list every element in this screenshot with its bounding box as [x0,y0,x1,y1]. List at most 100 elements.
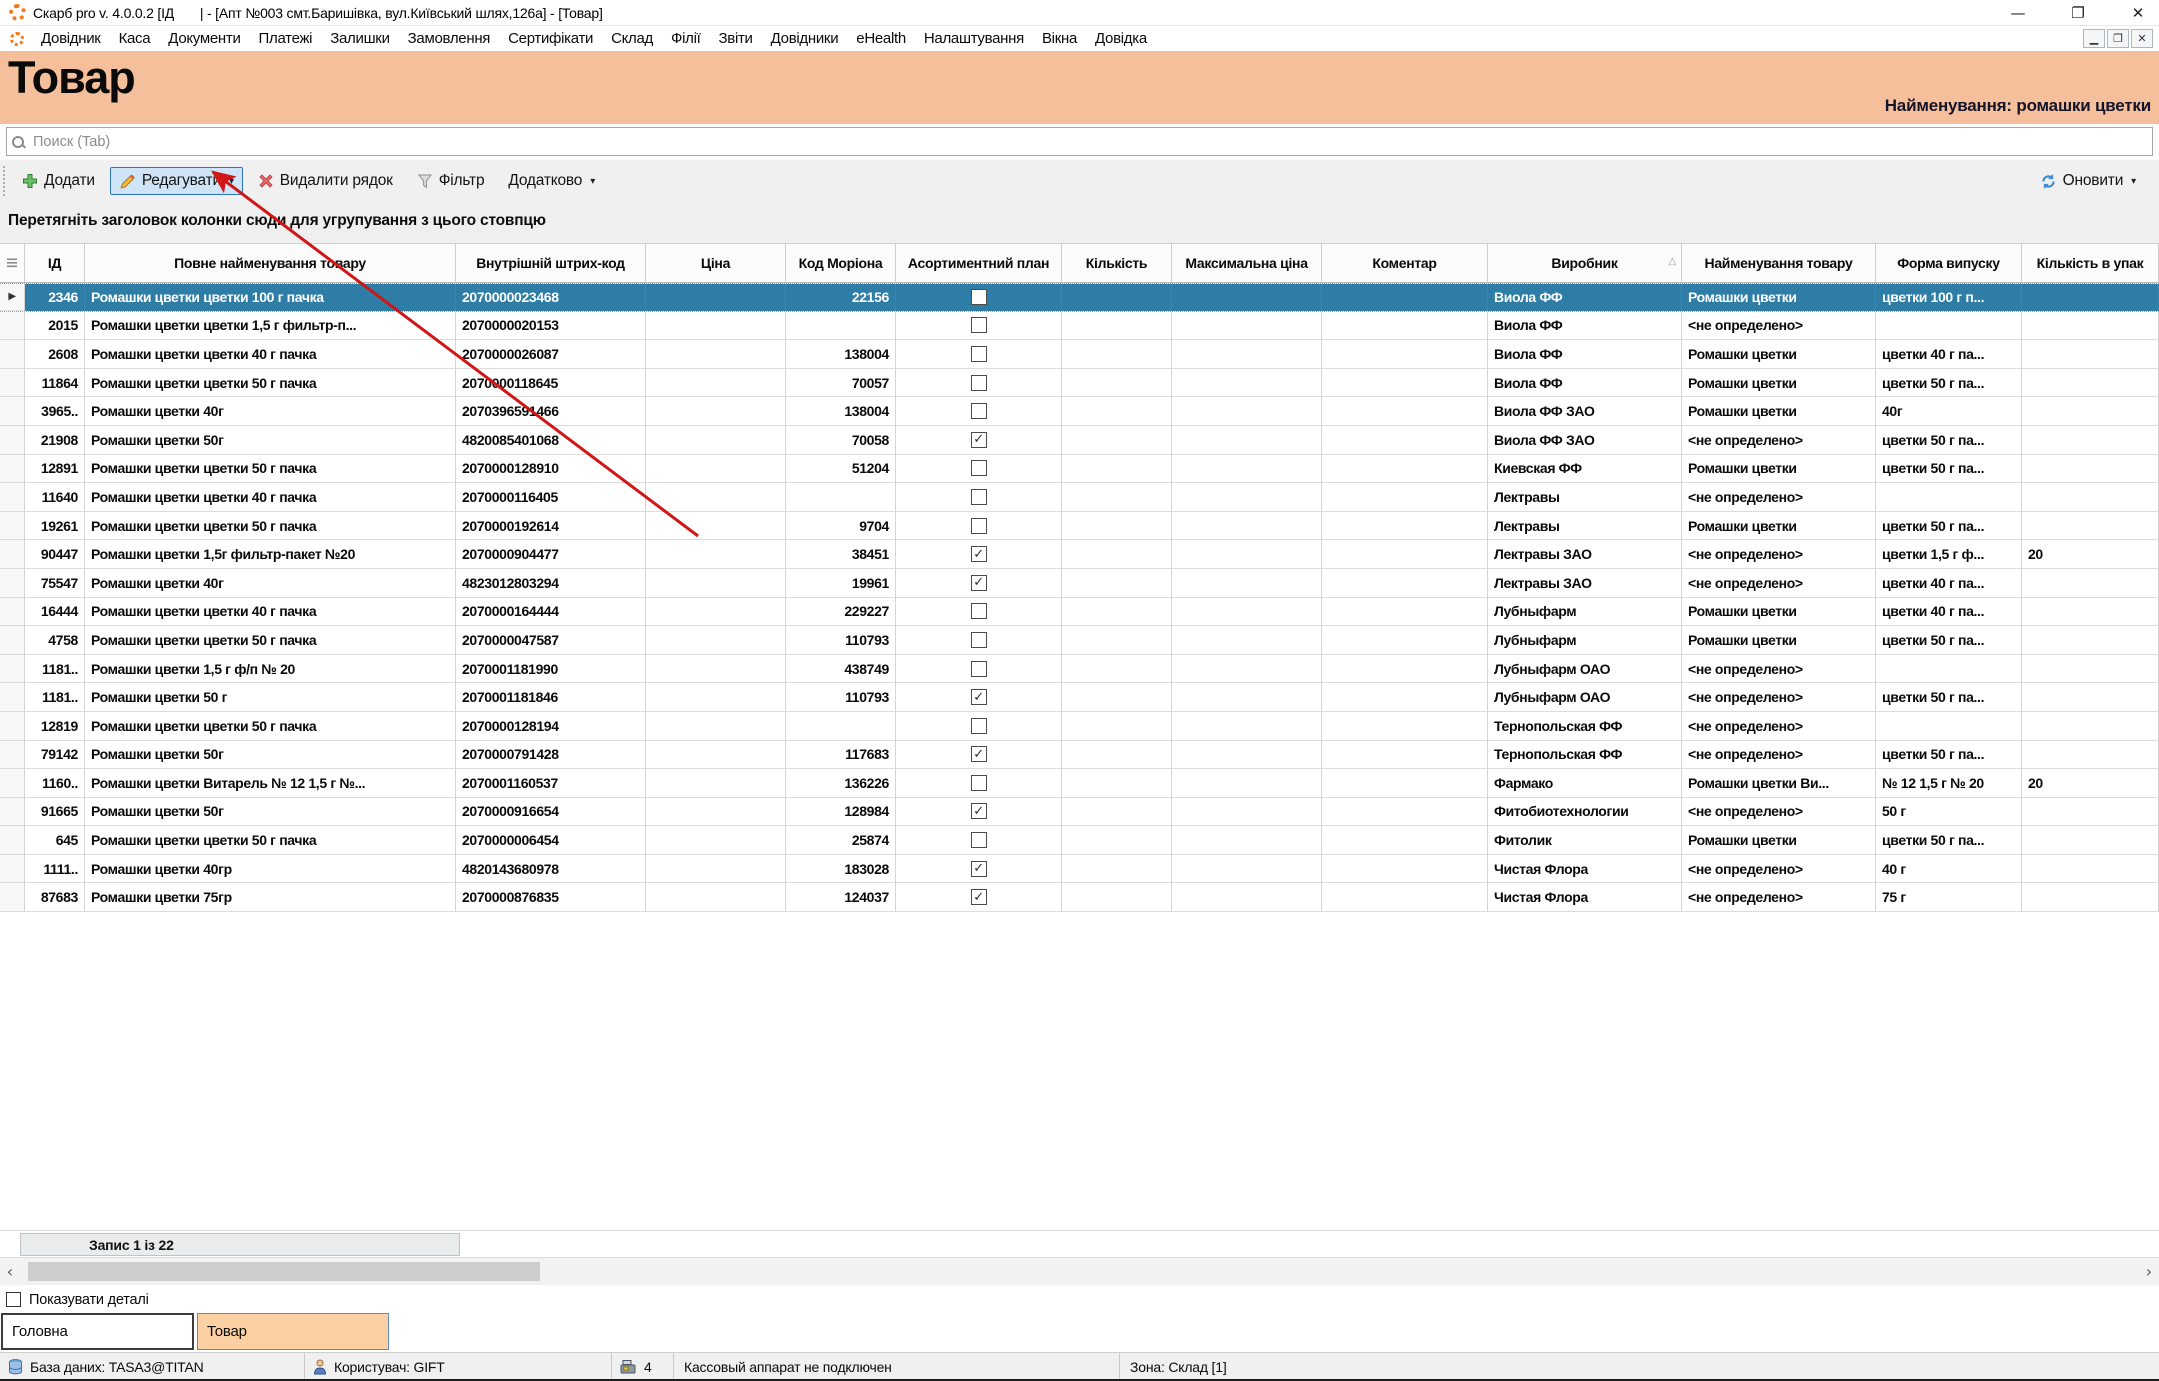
cell-product_name[interactable]: Ромашки цветки [1682,397,1876,426]
table-row[interactable]: 2015Ромашки цветки цветки 1,5 г фильтр-п… [0,312,2159,341]
cell-product_name[interactable]: Ромашки цветки [1682,340,1876,369]
cell-barcode[interactable]: 2070000876835 [456,883,646,912]
menu-item-довідники[interactable]: Довідники [762,28,848,49]
cell-manufacturer[interactable]: Лектравы [1488,512,1682,541]
cell-qty_pack[interactable] [2022,741,2159,770]
cell-product_name[interactable]: <не определено> [1682,798,1876,827]
cell-form[interactable]: цветки 40 г па... [1876,340,2022,369]
table-row[interactable]: 91665Ромашки цветки 50г20700009166541289… [0,798,2159,827]
cell-form[interactable]: 40 г [1876,855,2022,884]
checkbox-checked[interactable]: ✓ [971,803,987,819]
menu-item-замовлення[interactable]: Замовлення [399,28,499,49]
cell-assort[interactable] [896,369,1062,398]
cell-product_name[interactable]: Ромашки цветки [1682,826,1876,855]
cell-qty[interactable] [1062,483,1172,512]
cell-morion[interactable]: 110793 [786,626,896,655]
checkbox-unchecked[interactable] [971,518,987,534]
cell-id[interactable]: 16444 [25,598,85,627]
table-row[interactable]: 12819Ромашки цветки цветки 50 г пачка207… [0,712,2159,741]
cell-name[interactable]: Ромашки цветки цветки 100 г пачка [85,284,456,311]
cell-max_price[interactable] [1172,798,1322,827]
cell-id[interactable]: 90447 [25,540,85,569]
cell-manufacturer[interactable]: Киевская ФФ [1488,455,1682,484]
cell-assort[interactable]: ✓ [896,883,1062,912]
cell-qty[interactable] [1062,798,1172,827]
cell-price[interactable] [646,397,786,426]
cell-comment[interactable] [1322,855,1488,884]
cell-max_price[interactable] [1172,598,1322,627]
more-button[interactable]: Додатково ▾ [499,167,604,195]
cell-assort[interactable] [896,655,1062,684]
cell-id[interactable]: 2015 [25,312,85,341]
cell-qty[interactable] [1062,340,1172,369]
table-row[interactable]: 19261Ромашки цветки цветки 50 г пачка207… [0,512,2159,541]
cell-price[interactable] [646,826,786,855]
cell-morion[interactable] [786,483,896,512]
cell-assort[interactable]: ✓ [896,569,1062,598]
cell-qty[interactable] [1062,626,1172,655]
cell-max_price[interactable] [1172,284,1322,311]
add-button[interactable]: Додати [13,167,104,195]
cell-qty[interactable] [1062,598,1172,627]
cell-barcode[interactable]: 2070000047587 [456,626,646,655]
cell-form[interactable] [1876,312,2022,341]
cell-assort[interactable] [896,455,1062,484]
cell-manufacturer[interactable]: Лектравы ЗАО [1488,540,1682,569]
cell-form[interactable]: цветки 40 г па... [1876,598,2022,627]
cell-assort[interactable] [896,512,1062,541]
cell-price[interactable] [646,369,786,398]
cell-barcode[interactable]: 2070000128910 [456,455,646,484]
menu-item-налаштування[interactable]: Налаштування [915,28,1033,49]
cell-max_price[interactable] [1172,712,1322,741]
checkbox-unchecked[interactable] [971,832,987,848]
checkbox-unchecked[interactable] [971,603,987,619]
cell-qty[interactable] [1062,712,1172,741]
cell-assort[interactable]: ✓ [896,798,1062,827]
cell-morion[interactable]: 51204 [786,455,896,484]
cell-form[interactable]: цветки 50 г па... [1876,826,2022,855]
cell-name[interactable]: Ромашки цветки 50г [85,426,456,455]
cell-qty[interactable] [1062,540,1172,569]
cell-form[interactable]: 75 г [1876,883,2022,912]
cell-comment[interactable] [1322,883,1488,912]
cell-assort[interactable] [896,769,1062,798]
column-header-morion[interactable]: Код Моріона [786,244,896,282]
checkbox-unchecked[interactable] [971,375,987,391]
cell-morion[interactable]: 117683 [786,741,896,770]
cell-id[interactable]: 21908 [25,426,85,455]
cell-assort[interactable]: ✓ [896,683,1062,712]
cell-morion[interactable]: 19961 [786,569,896,598]
cell-form[interactable]: цветки 50 г па... [1876,626,2022,655]
cell-manufacturer[interactable]: Виола ФФ [1488,340,1682,369]
cell-name[interactable]: Ромашки цветки 50г [85,798,456,827]
cell-barcode[interactable]: 4823012803294 [456,569,646,598]
cell-id[interactable]: 19261 [25,512,85,541]
cell-id[interactable]: 645 [25,826,85,855]
checkbox-checked[interactable]: ✓ [971,889,987,905]
table-row[interactable]: 2608Ромашки цветки цветки 40 г пачка2070… [0,340,2159,369]
table-row[interactable]: 11640Ромашки цветки цветки 40 г пачка207… [0,483,2159,512]
horizontal-scrollbar[interactable]: ‹ › [0,1257,2159,1285]
menu-item-платежі[interactable]: Платежі [250,28,322,49]
table-row[interactable]: 1111..Ромашки цветки 40гр482014368097818… [0,855,2159,884]
cell-qty[interactable] [1062,741,1172,770]
cell-comment[interactable] [1322,655,1488,684]
cell-qty_pack[interactable] [2022,340,2159,369]
menu-item-склад[interactable]: Склад [602,28,662,49]
column-header-id[interactable]: ІД [25,244,85,282]
table-row[interactable]: 87683Ромашки цветки 75гр2070000876835124… [0,883,2159,912]
checkbox-checked[interactable]: ✓ [971,689,987,705]
mdi-close-button[interactable]: ✕ [2131,29,2153,48]
cell-id[interactable]: 91665 [25,798,85,827]
cell-barcode[interactable]: 2070000020153 [456,312,646,341]
cell-max_price[interactable] [1172,741,1322,770]
checkbox-unchecked[interactable] [971,661,987,677]
cell-price[interactable] [646,626,786,655]
cell-barcode[interactable]: 2070001160537 [456,769,646,798]
checkbox-checked[interactable]: ✓ [971,746,987,762]
cell-form[interactable]: цветки 50 г па... [1876,512,2022,541]
cell-manufacturer[interactable]: Тернопольская ФФ [1488,712,1682,741]
cell-form[interactable] [1876,712,2022,741]
cell-comment[interactable] [1322,312,1488,341]
cell-assort[interactable] [896,626,1062,655]
